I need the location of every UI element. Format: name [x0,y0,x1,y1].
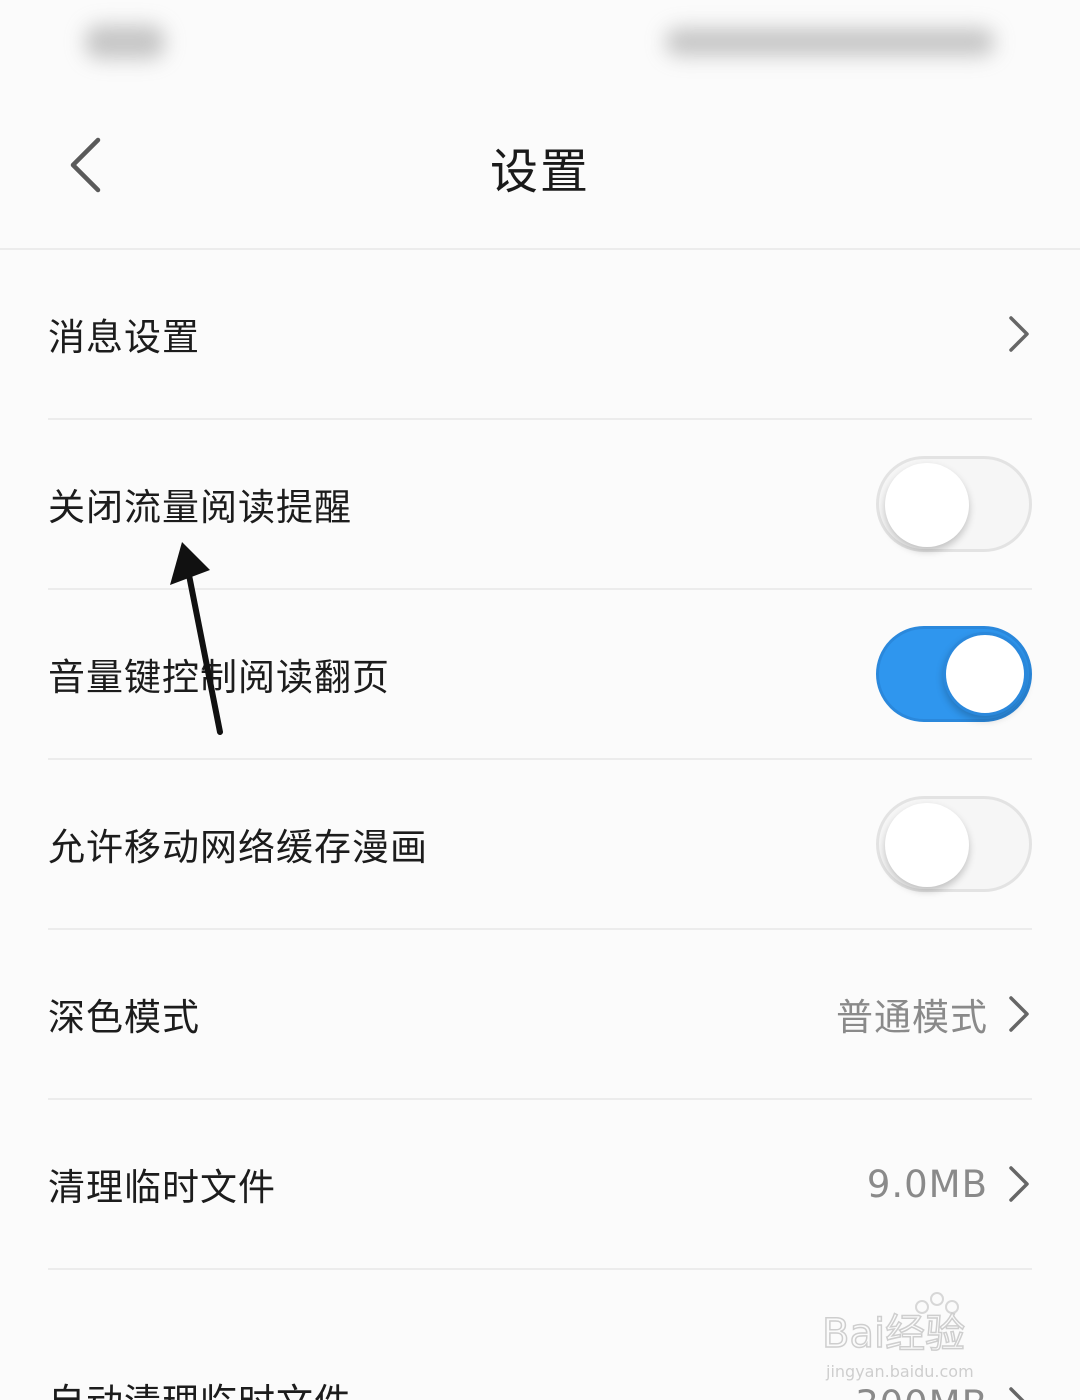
toggle-knob [943,632,1027,716]
setting-label: 深色模式 [48,996,200,1039]
status-time-blurred [85,25,165,59]
setting-row-volume-key-page-turn: 音量键控制阅读翻页 [48,590,1032,760]
mobile-network-cache-toggle[interactable] [876,796,1032,892]
status-icons-blurred [665,28,995,56]
setting-label: 自动清理临时文件 [48,1372,352,1400]
auto-clear-threshold: 300MB [855,1383,988,1400]
temp-files-size: 9.0MB [866,1162,988,1206]
chevron-right-icon [1006,994,1032,1034]
volume-key-page-turn-toggle[interactable] [876,626,1032,722]
row-right: 300MB [855,1383,1032,1400]
row-right: 9.0MB [867,1163,1032,1206]
setting-row-auto-clear-temp-files[interactable]: 自动清理临时文件 300MB [48,1270,1032,1400]
setting-row-message-settings[interactable]: 消息设置 [48,250,1032,420]
settings-list: 消息设置 关闭流量阅读提醒 音量键控制阅读翻页 允许移动网络缓存漫画 深色模式 … [0,250,1080,1400]
setting-row-clear-temp-files[interactable]: 清理临时文件 9.0MB [48,1100,1032,1270]
dark-mode-value: 普通模式 [836,996,988,1039]
status-bar [0,0,1080,90]
chevron-right-icon [1006,314,1032,354]
row-right: 普通模式 [836,987,1032,1041]
toggle-knob [885,803,969,887]
settings-page: 设置 消息设置 关闭流量阅读提醒 音量键控制阅读翻页 允许移动网络缓存漫画 深色… [0,0,1080,1400]
setting-row-dark-mode[interactable]: 深色模式 普通模式 [48,930,1032,1100]
chevron-right-icon [1006,1164,1032,1204]
setting-row-data-reading-reminder: 关闭流量阅读提醒 [48,420,1032,590]
setting-label: 消息设置 [48,316,200,359]
setting-label: 关闭流量阅读提醒 [48,486,352,529]
toggle-knob [885,463,969,547]
setting-label: 音量键控制阅读翻页 [48,656,390,699]
data-reading-reminder-toggle[interactable] [876,456,1032,552]
header: 设置 [0,90,1080,250]
chevron-right-icon [1006,1385,1032,1400]
page-title: 设置 [489,144,590,200]
row-right [1006,314,1032,354]
setting-label: 允许移动网络缓存漫画 [48,826,428,869]
setting-label: 清理临时文件 [48,1166,276,1209]
setting-row-mobile-network-cache: 允许移动网络缓存漫画 [48,760,1032,930]
